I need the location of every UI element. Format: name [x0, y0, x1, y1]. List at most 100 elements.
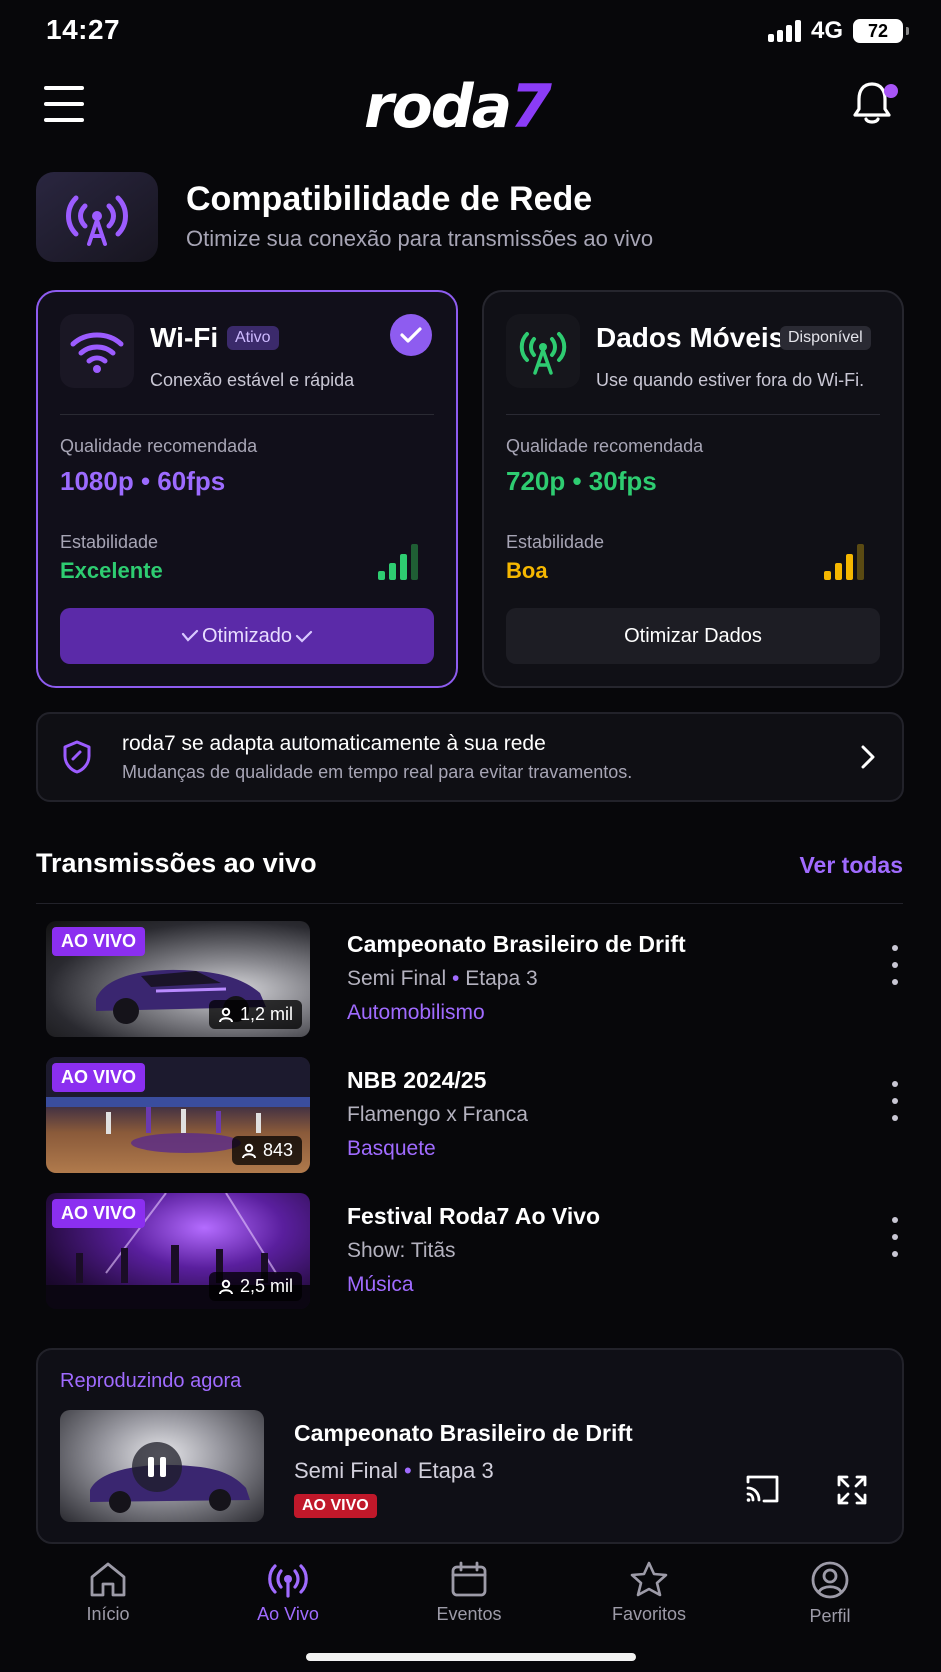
battery-icon: 72: [853, 19, 909, 43]
stream-subtitle: Flamengo x Franca: [347, 1103, 528, 1126]
stability-label: Estabilidade: [506, 532, 605, 552]
live-broadcast-icon: [268, 1564, 308, 1598]
pause-button[interactable]: [132, 1442, 182, 1492]
cellular-signal-icon: [767, 20, 801, 42]
status-indicators: 4G 72: [767, 17, 909, 45]
see-all-link[interactable]: Ver todas: [799, 852, 903, 879]
tab-favoritos[interactable]: Favoritos: [589, 1560, 709, 1625]
network-icon-box: [36, 172, 158, 262]
stream-thumbnail-drift[interactable]: AO VIVO 1,2 mil: [46, 921, 310, 1037]
calendar-icon: [451, 1561, 487, 1597]
wifi-card-description: Conexão estável e rápida: [150, 370, 355, 390]
stream-thumbnail-basketball[interactable]: AO VIVO 843: [46, 1057, 310, 1173]
person-icon: [218, 1007, 233, 1022]
mobile-data-stability-value: Boa: [506, 558, 548, 583]
now-playing-label: Reproduzindo agora: [60, 1370, 242, 1392]
optimize-data-button[interactable]: Otimizar Dados: [506, 608, 880, 664]
live-badge: AO VIVO: [294, 1494, 377, 1518]
more-options-icon[interactable]: [884, 1217, 906, 1257]
adapt-subtitle: Mudanças de qualidade em tempo real para…: [122, 762, 633, 782]
network-title: Compatibilidade de Rede: [186, 180, 593, 218]
divider: [506, 414, 880, 415]
tab-eventos[interactable]: Eventos: [409, 1560, 529, 1625]
mobile-data-card-title: Dados Móveis: [596, 322, 785, 353]
more-options-icon[interactable]: [884, 1081, 906, 1121]
mobile-data-card[interactable]: Dados Móveis Disponível Use quando estiv…: [482, 290, 904, 688]
home-icon: [90, 1562, 126, 1597]
adapt-title: roda7 se adapta automaticamente à sua re…: [122, 732, 546, 755]
battery-level: 72: [867, 20, 889, 41]
quality-label: Qualidade recomendada: [60, 436, 258, 456]
live-badge: AO VIVO: [52, 1199, 146, 1228]
selected-check-icon: [390, 314, 432, 356]
wifi-status-badge: Ativo: [227, 326, 279, 350]
auto-adapt-banner[interactable]: roda7 se adapta automaticamente à sua re…: [36, 712, 904, 802]
mobile-data-status-badge: Disponível: [780, 326, 871, 350]
wifi-icon: [70, 332, 124, 373]
app-logo: roda7: [364, 72, 552, 142]
live-badge: AO VIVO: [52, 1063, 146, 1092]
optimized-button[interactable]: Otimizado: [60, 608, 434, 664]
now-playing-title: Campeonato Brasileiro de Drift: [294, 1420, 633, 1446]
stream-thumbnail-concert[interactable]: AO VIVO 2,5 mil: [46, 1193, 310, 1309]
notifications-button[interactable]: [852, 80, 898, 130]
notification-dot: [884, 84, 898, 98]
top-nav: roda7: [0, 70, 941, 142]
mobile-data-card-description: Use quando estiver fora do Wi-Fi.: [596, 370, 865, 390]
section-divider: [36, 903, 903, 904]
chevron-right-icon: [861, 745, 875, 769]
fullscreen-icon[interactable]: [836, 1474, 868, 1506]
divider: [60, 414, 434, 415]
now-playing-thumbnail[interactable]: [60, 1410, 264, 1522]
check-icon: [295, 630, 313, 643]
more-options-icon[interactable]: [884, 945, 906, 985]
broadcast-tower-icon: [66, 195, 128, 246]
now-playing-card[interactable]: Reproduzindo agora Campeonato Brasileiro…: [36, 1348, 904, 1544]
viewer-count: 1,2 mil: [208, 1000, 302, 1029]
profile-icon: [811, 1561, 849, 1599]
stability-label: Estabilidade: [60, 532, 159, 552]
wifi-quality-value: 1080p • 60fps: [60, 466, 226, 496]
network-type: 4G: [810, 17, 843, 44]
stream-subtitle: Show: Titãs: [347, 1239, 456, 1262]
mobile-data-icon-box: [506, 314, 580, 388]
wifi-stability-value: Excelente: [60, 558, 163, 583]
tab-perfil[interactable]: Perfil: [770, 1560, 890, 1627]
stream-title: Campeonato Brasileiro de Drift: [347, 931, 686, 957]
wifi-signal-strength-icon: [378, 544, 418, 580]
mobile-signal-strength-icon: [824, 544, 864, 580]
live-stream-item[interactable]: AO VIVO 2,5 mil Festival Roda7 Ao Vivo S…: [46, 1193, 906, 1309]
stream-category[interactable]: Música: [347, 1273, 414, 1297]
shield-icon: [63, 740, 91, 774]
wifi-card[interactable]: Wi-Fi Ativo Conexão estável e rápida Qua…: [36, 290, 458, 688]
stream-title: Festival Roda7 Ao Vivo: [347, 1203, 601, 1229]
stream-title: NBB 2024/25: [347, 1067, 487, 1093]
now-playing-subtitle: Semi Final • Etapa 3: [294, 1458, 494, 1483]
quality-label: Qualidade recomendada: [506, 436, 704, 456]
menu-icon: [44, 86, 84, 90]
tab-ao-vivo[interactable]: Ao Vivo: [228, 1560, 348, 1625]
stream-subtitle: Semi Final • Etapa 3: [347, 967, 538, 990]
cast-icon[interactable]: [744, 1474, 780, 1504]
status-bar: 14:27 4G 72: [0, 0, 941, 62]
live-section-title: Transmissões ao vivo: [36, 848, 317, 878]
home-indicator[interactable]: [306, 1653, 636, 1661]
star-icon: [630, 1561, 668, 1597]
live-stream-item[interactable]: AO VIVO 1,2 mil Campeonato Brasileiro de…: [46, 921, 906, 1037]
check-icon: [181, 629, 199, 642]
stream-category[interactable]: Automobilismo: [347, 1001, 485, 1025]
wifi-card-title: Wi-Fi: [150, 322, 219, 353]
status-time: 14:27: [46, 14, 121, 45]
live-stream-item[interactable]: AO VIVO 843 NBB 2024/25 Flamengo x Franc…: [46, 1057, 906, 1173]
network-header: Compatibilidade de Rede Otimize sua cone…: [36, 172, 906, 264]
tab-inicio[interactable]: Início: [48, 1560, 168, 1625]
person-icon: [218, 1279, 233, 1294]
mobile-data-quality-value: 720p • 30fps: [506, 466, 657, 496]
wifi-icon-box: [60, 314, 134, 388]
stream-category[interactable]: Basquete: [347, 1137, 436, 1161]
person-icon: [241, 1143, 256, 1158]
network-subtitle: Otimize sua conexão para transmissões ao…: [186, 226, 654, 251]
viewer-count: 2,5 mil: [208, 1272, 302, 1301]
menu-button[interactable]: [44, 86, 88, 122]
viewer-count: 843: [231, 1136, 302, 1165]
